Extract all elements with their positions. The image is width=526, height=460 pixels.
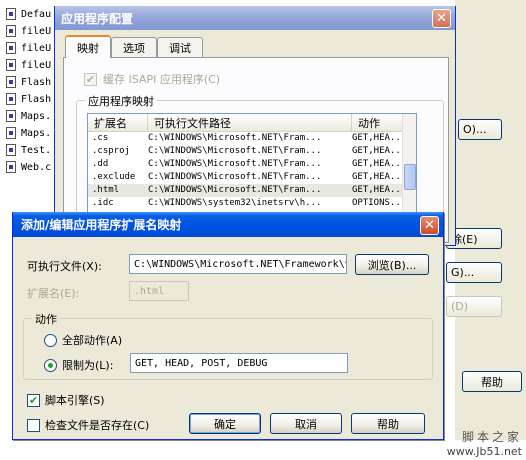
column-header-ext[interactable]: 扩展名 <box>88 114 148 131</box>
window-title: 应用程序配置 <box>61 11 134 26</box>
script-engine-option[interactable]: 脚本引擎(S) <box>27 392 105 408</box>
cell-verbs: GET,HEA... <box>352 172 404 182</box>
table-row[interactable]: .idc C:\WINDOWS\system32\inetsrv\h... OPTI… <box>88 197 416 210</box>
edit-mapping-dialog: 添加/编辑应用程序扩展名映射 ✕ 可执行文件(X): C:\WINDOWS\Mi… <box>12 212 444 440</box>
script-engine-checkbox[interactable] <box>27 393 40 407</box>
table-row[interactable]: .cs C:\WINDOWS\Microsoft.NET\Fram... GET,H… <box>88 132 416 145</box>
cell-verbs: GET,HEA... <box>352 185 404 195</box>
cell-ext: .exclude <box>92 172 136 182</box>
file-icon <box>6 25 16 37</box>
exe-label: 可执行文件(X): <box>27 260 102 273</box>
limit-to-radio[interactable] <box>44 358 57 372</box>
ok-button[interactable]: 确定 <box>189 413 261 434</box>
scrollbar-thumb[interactable] <box>404 164 416 190</box>
all-verbs-option[interactable]: 全部动作(A) <box>44 332 122 348</box>
cancel-button[interactable]: 取消 <box>270 413 342 434</box>
config-titlebar[interactable]: 应用程序配置 ✕ <box>55 6 455 30</box>
limit-verbs-input[interactable]: GET, HEAD, POST, DEBUG <box>130 353 348 373</box>
cell-ext: .cs <box>92 133 109 143</box>
file-icon <box>6 93 16 105</box>
cache-isapi-row[interactable]: 缓存 ISAPI 应用程序(C) <box>84 71 220 87</box>
cell-verbs: GET,HEA... <box>352 146 404 156</box>
watermark: 脚本之家 www.Jb51.net <box>447 428 522 458</box>
all-verbs-label: 全部动作(A) <box>62 334 123 347</box>
browse-button[interactable]: 浏览(B)... <box>355 254 429 275</box>
column-header-path[interactable]: 可执行文件路径 <box>148 114 352 131</box>
table-row[interactable]: .exclude C:\WINDOWS\Microsoft.NET\Fram...… <box>88 171 416 184</box>
mapping-group-label: 应用程序映射 <box>85 93 157 109</box>
limit-to-option[interactable]: 限制为(L): <box>44 357 113 373</box>
file-icon <box>6 127 16 139</box>
file-icon <box>6 42 16 54</box>
close-button[interactable]: ✕ <box>432 9 451 28</box>
cache-isapi-checkbox[interactable] <box>84 72 97 86</box>
cell-path: C:\WINDOWS\Microsoft.NET\Fram... <box>148 159 322 169</box>
parent-edit-button[interactable]: O)... <box>458 119 502 140</box>
file-icon <box>6 59 16 71</box>
limit-to-label: 限制为(L): <box>62 359 114 372</box>
cell-verbs: GET,HEA... <box>352 133 404 143</box>
tab-options[interactable]: 选项 <box>111 37 157 57</box>
close-icon: ✕ <box>436 11 447 26</box>
dialog-titlebar[interactable]: 添加/编辑应用程序扩展名映射 ✕ <box>13 212 443 237</box>
cell-path: C:\WINDOWS\Microsoft.NET\Fram... <box>148 185 322 195</box>
background-file-list: Defau fileU fileU fileU Flash Flash Maps… <box>0 0 62 240</box>
cell-ext: .csproj <box>92 146 130 156</box>
check-file-label: 检查文件是否存在(C) <box>45 419 150 432</box>
watermark-text: 脚本之家 <box>461 430 522 444</box>
check-file-option[interactable]: 检查文件是否存在(C) <box>27 417 149 433</box>
parent-d-button[interactable]: (D) <box>446 296 502 317</box>
file-icon <box>6 144 16 156</box>
table-row[interactable]: .csproj C:\WINDOWS\Microsoft.NET\Fram... G… <box>88 145 416 158</box>
parent-g-button[interactable]: G)... <box>446 262 502 283</box>
cell-ext: .dd <box>92 159 109 169</box>
parent-help-button[interactable]: 帮助 <box>462 371 522 392</box>
file-icon <box>6 110 16 122</box>
all-verbs-radio[interactable] <box>44 333 57 347</box>
action-group-label: 动作 <box>32 311 60 327</box>
tab-mapping[interactable]: 映射 <box>65 35 111 58</box>
cell-ext: .html <box>92 185 120 195</box>
check-file-checkbox[interactable] <box>27 418 40 432</box>
table-row-selected[interactable]: .html C:\WINDOWS\Microsoft.NET\Fram... GET… <box>88 184 416 197</box>
ext-input[interactable]: .html <box>129 281 189 301</box>
cell-path: C:\WINDOWS\system32\inetsrv\h... <box>148 198 322 208</box>
column-header-verbs[interactable]: 动作 <box>352 114 408 131</box>
cell-path: C:\WINDOWS\Microsoft.NET\Fram... <box>148 133 322 143</box>
cache-isapi-label: 缓存 ISAPI 应用程序(C) <box>103 73 221 86</box>
table-row[interactable]: .dd C:\WINDOWS\Microsoft.NET\Fram... GET,H… <box>88 158 416 171</box>
watermark-url: www.Jb51.net <box>446 445 522 458</box>
close-button[interactable]: ✕ <box>420 216 439 235</box>
help-button[interactable]: 帮助 <box>351 413 425 434</box>
table-header: 扩展名 可执行文件路径 动作 <box>88 114 416 132</box>
cell-verbs: GET,HEA... <box>352 159 404 169</box>
action-group: 动作 全部动作(A) 限制为(L): GET, HEAD, POST, DEBU… <box>23 311 433 380</box>
exe-path-input[interactable]: C:\WINDOWS\Microsoft.NET\Framework\v <box>129 254 347 274</box>
ext-label: 扩展名(E): <box>27 287 80 300</box>
cell-path: C:\WINDOWS\Microsoft.NET\Fram... <box>148 172 322 182</box>
file-icon <box>6 8 16 20</box>
cell-path: C:\WINDOWS\Microsoft.NET\Fram... <box>148 146 322 156</box>
dialog-title: 添加/编辑应用程序扩展名映射 <box>21 218 182 232</box>
close-icon: ✕ <box>424 218 435 233</box>
cell-ext: .idc <box>92 198 114 208</box>
tab-debug[interactable]: 调试 <box>157 37 203 57</box>
script-engine-label: 脚本引擎(S) <box>45 394 105 407</box>
file-icon <box>6 76 16 88</box>
cell-verbs: OPTIONS... <box>352 198 404 208</box>
file-icon <box>6 161 16 173</box>
app-config-window: 应用程序配置 ✕ 映射 选项 调试 缓存 ISAPI 应用程序(C) 应用程序映… <box>54 6 456 250</box>
